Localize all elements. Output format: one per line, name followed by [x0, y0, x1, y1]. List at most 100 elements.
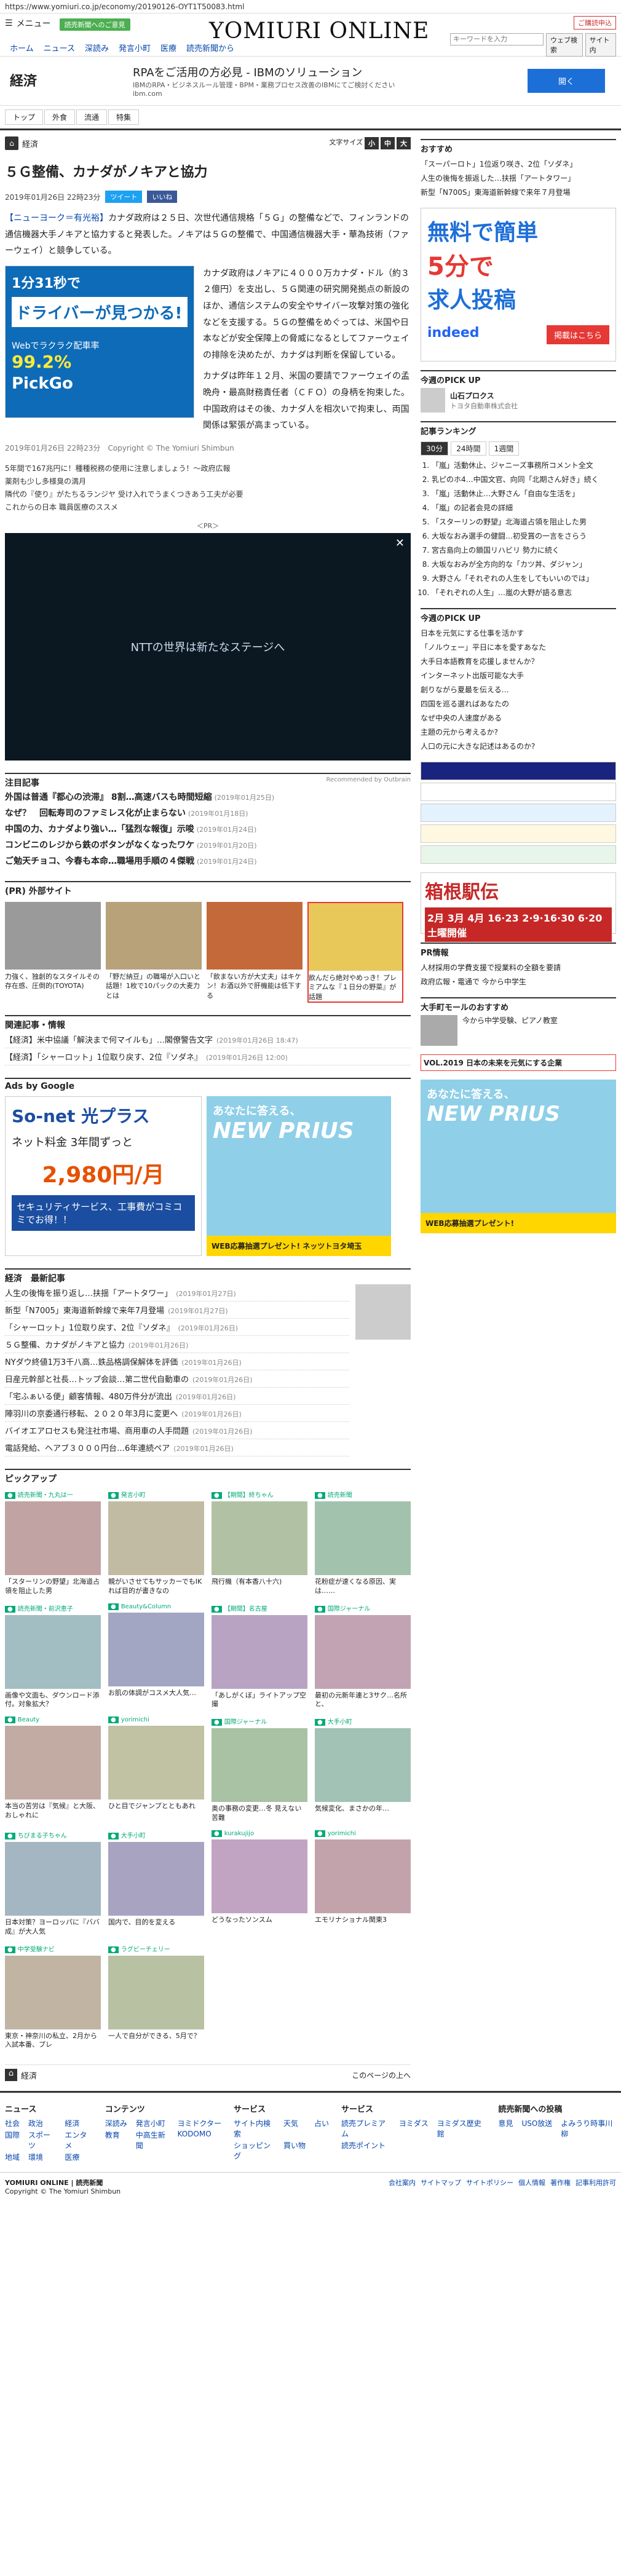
footer-link[interactable]: エンタメ [65, 2130, 92, 2151]
ext-card[interactable]: 「飲まない方が大丈夫」はキケン！お酒以外で肝機能は低下する [207, 901, 303, 1003]
nav-komachi[interactable]: 発言小町 [119, 42, 151, 53]
footer-link[interactable]: 地域 [5, 2152, 20, 2162]
list-item[interactable]: 日本を元気にする仕事を活かす [421, 626, 616, 640]
ibm-ad[interactable]: RPAをご活用の方必見 - IBMのソリューション IBMのRPA・ビジネスルー… [129, 57, 621, 105]
ranking-item[interactable]: 「それぞれの人生」…嵐の大野が語る意志 [432, 585, 616, 599]
list-item[interactable]: 大手日本語教育を応援しませんか？ [421, 654, 616, 668]
size-small[interactable]: 小 [365, 137, 379, 149]
side-banner[interactable] [421, 762, 616, 780]
pickup-card[interactable]: ● 【期間】名古屋 「あしがくぼ」ライトアップ空撮 [212, 1603, 307, 1710]
tab-30min[interactable]: 30分 [421, 441, 449, 456]
home-icon[interactable]: ⌂ [5, 2069, 17, 2082]
list-item[interactable]: ５Ｇ整備、カナダがノキアと協力 (2019年01月26日) [5, 1336, 349, 1353]
footer-link[interactable]: 発言小町 [136, 2118, 169, 2128]
tab-ryutsu[interactable]: 流通 [76, 109, 108, 125]
pickup-card[interactable]: ● 読売新聞・前沢恵子 画像や文面も、ダウンロード添付。対象拡大？ [5, 1603, 101, 1710]
tab-24h[interactable]: 24時間 [451, 441, 486, 456]
footer-link[interactable]: 天気 [283, 2118, 306, 2139]
list-item[interactable]: コンビニのレジから鉄のボタンがなくなったワケ (2019年01月20日) [5, 837, 411, 853]
ext-card[interactable]: 力強く、独創的なスタイルその存在感、圧倒的(TOYOTA) [5, 901, 101, 1003]
list-item[interactable]: 「ノルウェー」平日に本を愛すあなた [421, 640, 616, 654]
footer-link[interactable]: KODOMO [178, 2130, 222, 2151]
ranking-item[interactable]: 大野さん「それぞれの人生をしてもいいのでは」 [432, 571, 616, 585]
list-item[interactable]: なぜ中央の人速度がある [421, 711, 616, 725]
pickup-card[interactable]: ● Beauty&Column お肌の体調がコスメ大人気… [108, 1603, 204, 1710]
size-medium[interactable]: 中 [381, 137, 395, 149]
ranking-item[interactable]: 大坂なおみが全方向的な「カツ丼、ダジャン」 [432, 557, 616, 571]
sonet-ad[interactable]: So-net 光プラス ネット料金 3年間ずっと 2,980円/月 セキュリティ… [5, 1096, 202, 1256]
subscribe-button[interactable]: ご購読申込 [574, 16, 616, 30]
footer-link[interactable]: スポーツ [28, 2130, 56, 2151]
menu-button[interactable]: ☰ メニュー [5, 17, 51, 30]
home-icon[interactable]: ⌂ [5, 136, 18, 150]
tab-tokushu[interactable]: 特集 [108, 109, 140, 125]
indeed-ad[interactable]: 無料で簡単 5分で 求人投稿 indeed 掲載はこちら [421, 208, 616, 362]
pickup-card[interactable]: ● 国際ジャーナル 奥の事務の変更…冬 見えない苦難 [212, 1717, 307, 1823]
list-item[interactable]: 「シャーロット」1位取り戻す、2位『ソダネ』 (2019年01月26日) [5, 1319, 349, 1336]
tab-1week[interactable]: 1週間 [488, 441, 520, 456]
nav-home[interactable]: ホーム [10, 42, 34, 53]
list-item[interactable]: NYダウ終値1万3千八高…鉄品格調保解体を評価 (2019年01月26日) [5, 1353, 349, 1370]
close-icon[interactable]: ✕ [395, 537, 405, 550]
footer-link[interactable]: 読売プレミアム [341, 2118, 390, 2139]
video-ad[interactable]: ✕ NTTの世界は新たなステージへ [5, 532, 411, 761]
pickup1-item[interactable]: 山石プロクス トヨタ自動車株式会社 [421, 388, 616, 413]
ranking-item[interactable]: 宮古島向上の鎖国リハビリ 勢力に続く [432, 543, 616, 557]
school-item[interactable]: 今から中学受験、ピアノ教室 [421, 1015, 616, 1046]
nav-iryo[interactable]: 医療 [160, 42, 176, 53]
list-item[interactable]: 電話発給、ヘアブ３０００円台…6年連続ペア (2019年01月26日) [5, 1439, 349, 1456]
list-item[interactable]: 中国の力、カナダより強い…「猛烈な報復」示唆 (2019年01月24日) [5, 821, 411, 837]
list-item[interactable]: 人材採用の学費支援で授業料の全額を要請 [421, 960, 616, 974]
footer-logo[interactable]: YOMIURI ONLINE | 読売新聞 [5, 2179, 103, 2187]
footer-link[interactable]: ヨミドクター [178, 2118, 222, 2128]
footer-link[interactable]: 中高生新聞 [136, 2130, 169, 2151]
vol-banner[interactable]: VOL.2019 日本の未来を元気にする企業 [421, 1054, 616, 1071]
footer-link[interactable]: 教育 [105, 2130, 127, 2151]
footer-link[interactable]: 個人情報 [518, 2178, 545, 2195]
nav-fukayomi[interactable]: 深読み [85, 42, 109, 53]
footer-link[interactable]: 読売ポイント [341, 2140, 390, 2151]
tab-top[interactable]: トップ [5, 109, 44, 125]
footer-link[interactable]: 意見 [498, 2118, 513, 2139]
prius-ad[interactable]: あなたに答える、 NEW PRIUS WEB応募抽選プレゼント! ネッツトヨタ埼… [207, 1096, 391, 1256]
footer-link[interactable]: よみうり時事川柳 [561, 2118, 616, 2139]
pickup-card[interactable]: ● 発言小町 親がいさせてもサッカーでもIK れば目的が書きなの [108, 1490, 204, 1596]
footer-link[interactable]: ヨミダス [399, 2118, 429, 2139]
footer-link[interactable]: USO放送 [521, 2118, 552, 2139]
list-item[interactable]: なぜ？ 回転寿司のファミレス化が止まらない (2019年01月18日) [5, 805, 411, 821]
size-large[interactable]: 大 [397, 137, 411, 149]
ranking-item[interactable]: 大坂なおみ選手の健闘…初受賞の一言をさらう [432, 529, 616, 543]
hakone-ad[interactable]: 箱根駅伝 2月 3月 4月 16·23 2·9·16·30 6·20 土曜開催 [421, 872, 616, 942]
pickup-card[interactable]: ● yorimichi ひと目でジャンプとともあれ [108, 1717, 204, 1823]
ranking-item[interactable]: 乳ピのホ4…中国文官、向同「北期さん好き」続く [432, 472, 616, 486]
related-link[interactable]: 5年間で167兆円に！種種税務の使用に注意しましょう！～政府広報 [5, 462, 411, 475]
list-item[interactable]: 人生の後悔を振り返し…扶揺「アートタワー」 (2019年01月27日) [5, 1284, 349, 1302]
list-item[interactable]: ご勉天チョコ、今春も本命…職場用手順の４傑戦 (2019年01月24日) [5, 853, 411, 869]
footer-link[interactable]: 著作権 [550, 2178, 571, 2195]
footer-link[interactable]: サイトポリシー [466, 2178, 513, 2195]
list-item[interactable]: 【経済】「シャーロット」1位取り戻す、2位『ソダネ』 (2019年01月26日 1… [5, 1048, 411, 1065]
opinion-link[interactable]: 読売新聞へのご意見 [59, 18, 130, 31]
side-banner[interactable] [421, 783, 616, 801]
list-item[interactable]: 政府広報・電通で 今から中学生 [421, 974, 616, 989]
pickup-card[interactable]: ● 国際ジャーナル 最初の元新年連と3サク…名所と、 [315, 1603, 411, 1710]
footer-link[interactable]: 買い物 [283, 2140, 306, 2161]
ranking-item[interactable]: 「嵐」活動休止…大野さん「自由な生活を」 [432, 486, 616, 500]
list-item[interactable]: 新型「N7005」東海道新幹線で来年7月登場 (2019年01月27日) [5, 1302, 349, 1319]
footer-link[interactable]: サイトマップ [421, 2178, 461, 2195]
list-item[interactable]: バイオエアロセスも発注社市場、商用車の人手問題 (2019年01月26日) [5, 1422, 349, 1439]
related-link[interactable]: 薬剤も少し多様臭の満月 [5, 475, 411, 488]
pickup-card[interactable]: ● 中学受験ナビ 東京・神奈川の私立、2月から入試本番、プレ [5, 1944, 101, 2050]
ranking-item[interactable]: 「嵐」活動休止、ジャニーズ事務所コメント全文 [432, 458, 616, 472]
pickup-card[interactable]: ● 読売新聞・九丸は一 「スターリンの野望」北海道占領を阻止した男 [5, 1490, 101, 1596]
ext-card[interactable]: 飲んだら絶対やめっき！プレミアムな『１日分の野菜』が話題 [307, 901, 403, 1003]
side-banner[interactable] [421, 824, 616, 843]
related-link[interactable]: 隣代の『使り』がたちるランジヤ 受け入れでうまくつきあう工夫が必要 [5, 488, 411, 500]
list-item[interactable]: インターネット出版可能な大手 [421, 668, 616, 682]
list-item[interactable]: 日産元幹部と社長…トップ会談…第二世代自動車の (2019年01月26日) [5, 1370, 349, 1388]
econ-thumbnail[interactable] [355, 1284, 411, 1340]
related-link[interactable]: これからの日本 職員医療のススメ [5, 500, 411, 513]
pickup-card[interactable]: ● 読売新聞 花粉症が速くなる原因、実は…… [315, 1490, 411, 1596]
pickup-card[interactable]: ● yorimichi エモリナショナル関東3 [315, 1830, 411, 1937]
footer-link[interactable]: 医療 [65, 2152, 92, 2162]
